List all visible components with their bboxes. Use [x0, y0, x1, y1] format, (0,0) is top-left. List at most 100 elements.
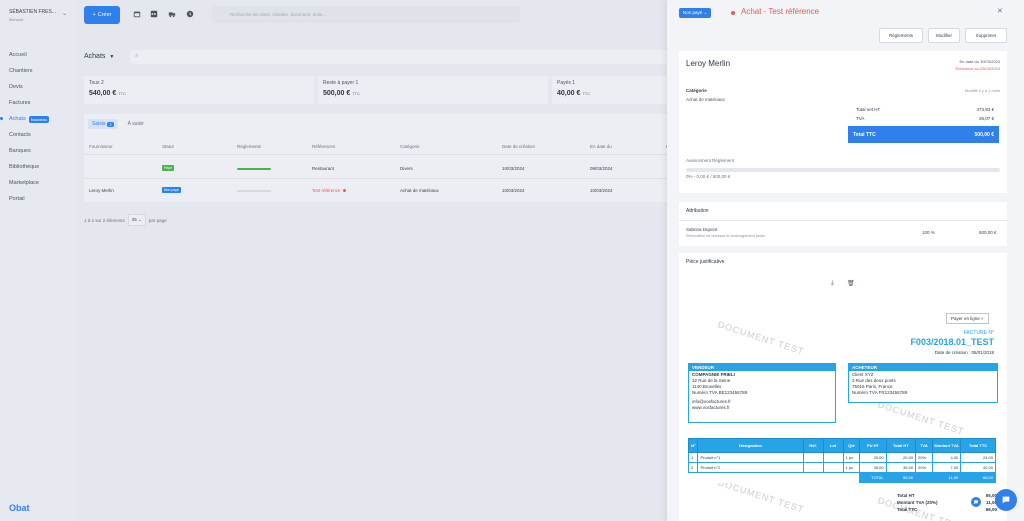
stat-paid[interactable]: Payés 1 40,00 € TTC: [552, 76, 680, 104]
attribution-pct: 100 %: [922, 230, 935, 235]
reglements-button[interactable]: Règlements: [879, 28, 923, 43]
sidebar-item-portail[interactable]: Portail: [9, 191, 49, 207]
invoice-summary: Total HT 55,00 Montant TVA (20%) 11,00 Tot…: [897, 493, 997, 512]
row-created: 10/03/2024: [502, 166, 525, 171]
column-header[interactable]: Fournisseur: [89, 144, 113, 149]
alert-dot-icon: [342, 189, 346, 193]
modified-info: Modifié il y a 1 mois: [964, 88, 1000, 93]
create-label: Créer: [97, 12, 112, 18]
pay-online-button[interactable]: Payer en ligne »: [946, 313, 989, 324]
attribution-name: Sabrina Dupont: [686, 227, 718, 232]
due-line: Échéance au 25/03/2024: [955, 66, 1000, 71]
status-badge: Payé: [162, 165, 174, 171]
new-badge: Nouveau: [28, 115, 49, 123]
column-header[interactable]: Règlements: [237, 144, 261, 149]
help-icon[interactable]: [971, 497, 981, 507]
stat-label: Tous: [89, 80, 100, 86]
sidebar-item-factures[interactable]: Factures: [9, 95, 49, 111]
row-date: 10/03/2024: [590, 188, 613, 193]
stat-value: 500,00 €: [323, 90, 351, 97]
seller-head: VENDEUR: [689, 364, 835, 371]
stat-count: 1: [572, 80, 576, 86]
sidebar-item-banques[interactable]: Banques: [9, 143, 49, 159]
per-page-label: par page: [148, 217, 167, 223]
watermark: DOCUMENT TEST: [716, 319, 806, 357]
row-category: Achat de matériaux: [400, 188, 439, 193]
document-title: Pièce justificative: [686, 259, 725, 265]
close-icon[interactable]: ✕: [997, 7, 1003, 15]
payment-bar: [237, 190, 271, 192]
attribution-amount: 500,00 €: [979, 230, 997, 235]
row-reference: Restaurant: [312, 166, 335, 171]
supprimer-button[interactable]: Supprimer: [965, 28, 1007, 43]
chat-icon: [1002, 496, 1010, 504]
calendar-icon[interactable]: [133, 10, 141, 18]
chat-button[interactable]: [995, 489, 1017, 511]
sidebar-item-label: Bibliothèque: [9, 164, 40, 170]
column-header[interactable]: Catégorie: [400, 144, 420, 149]
pagination-info: 1 à 2 sur 2 éléments: [84, 217, 125, 223]
stat-to-pay[interactable]: Reste à payer 1 500,00 € TTC: [318, 76, 548, 104]
page-title[interactable]: Achats ▼: [84, 53, 114, 60]
attribution-desc: Rénovation de terrasse et aménagement ja…: [686, 234, 766, 238]
sidebar-item-label: Contacts: [9, 132, 31, 138]
row-created: 10/03/2024: [502, 188, 525, 193]
search-input[interactable]: ⌕: [130, 50, 680, 64]
sidebar-item-bibliotheque[interactable]: Bibliothèque: [9, 159, 49, 175]
page-title-label: Achats: [84, 53, 106, 60]
sidebar-item-label: Portail: [9, 196, 25, 202]
stat-value: 40,00 €: [557, 90, 581, 97]
sidebar-item-marketplace[interactable]: Marketplace: [9, 175, 49, 191]
truck-icon[interactable]: [168, 10, 176, 18]
user-menu[interactable]: SÉBASTIEN FRES... Bichoutt: [9, 9, 56, 23]
chevron-down-icon[interactable]: ⌄: [62, 10, 67, 17]
sidebar-item-accueil[interactable]: Accueil: [9, 47, 49, 63]
column-header[interactable]: En date du: [590, 144, 612, 149]
sidebar-item-label: Devis: [9, 84, 23, 90]
date-line: En date du 10/03/2024: [959, 59, 1000, 64]
document-card: Pièce justificative ⤓ 🗑 DOCUMENT TEST DO…: [679, 253, 1007, 521]
column-header[interactable]: Statut: [162, 144, 174, 149]
tab-label: Saisis: [92, 121, 106, 127]
sidebar-item-contacts[interactable]: Contacts: [9, 127, 49, 143]
obat-logo[interactable]: Obat: [9, 503, 30, 513]
divider: [84, 178, 680, 179]
payment-bar: [237, 168, 271, 170]
sidebar-item-achats[interactable]: Achats Nouveau: [0, 111, 49, 127]
tab-saisis[interactable]: Saisis 2: [88, 119, 118, 129]
buyer-box: ACHETEUR Client XYZ 3 Rue des deux ponts…: [848, 363, 998, 403]
status-dropdown[interactable]: Non payé ⌄: [679, 8, 712, 18]
sidebar-item-label: Chantiers: [9, 68, 33, 74]
user-company: Bichoutt: [9, 17, 24, 22]
search-icon: ⌕: [135, 53, 139, 59]
summary-card: Leroy Merlin En date du 10/03/2024 Échéa…: [679, 51, 1007, 193]
page-scrollbar[interactable]: [1012, 0, 1024, 521]
column-header[interactable]: Références: [312, 144, 335, 149]
planning-icon[interactable]: [150, 10, 158, 18]
buyer-head: ACHETEUR: [849, 364, 997, 371]
seller-line: www.vosfactures.fr: [692, 405, 730, 410]
download-icon[interactable]: ⤓: [831, 280, 834, 287]
stat-all[interactable]: Tous 2 540,00 € TTC: [84, 76, 314, 104]
create-button[interactable]: + Créer: [84, 6, 120, 24]
sidebar-item-chantiers[interactable]: Chantiers: [9, 63, 49, 79]
per-page-select[interactable]: 25 ⌄: [127, 214, 146, 226]
panel-title: Achat - Test référence: [741, 7, 820, 16]
column-header[interactable]: Date de création: [502, 144, 535, 149]
sidebar-item-devis[interactable]: Devis: [9, 79, 49, 95]
invoice-header-row: N° Désignation Réf. Lot Qté PU HT Total …: [687, 438, 996, 453]
row-reference: Test référence: [312, 188, 346, 193]
stat-unit: TTC: [582, 91, 591, 96]
category-label: Catégorie: [686, 88, 707, 93]
global-search-input[interactable]: Recherche de client, chantier, document,…: [212, 6, 520, 23]
invoice-number: F003/2018.01_TEST: [910, 337, 994, 347]
status-dot-icon: [731, 11, 735, 15]
trash-icon[interactable]: 🗑: [847, 280, 855, 287]
invoice-table: N° Désignation Réf. Lot Qté PU HT Total …: [687, 438, 996, 483]
clock-icon[interactable]: [186, 10, 194, 18]
tab-a-saisir[interactable]: À saisir: [128, 121, 144, 127]
user-name: SÉBASTIEN FRES...: [9, 9, 56, 15]
invoice-row: 1 Produit n°1 1 pc. 20,00 20,00 20% 4,00 24,0…: [687, 452, 996, 463]
progress-text: 0% - 0,00 € / 500,00 €: [686, 174, 731, 179]
modifier-button[interactable]: Modifier: [928, 28, 960, 43]
